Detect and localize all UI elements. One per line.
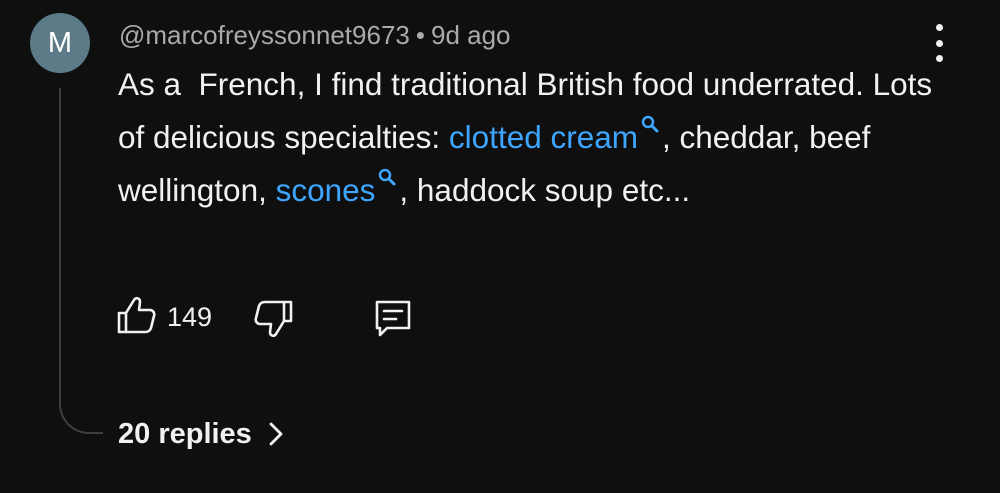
ellipsis-dot	[935, 39, 943, 47]
comment-text-part: , haddock soup etc...	[399, 172, 691, 208]
search-link-clotted-cream[interactable]: clotted cream	[448, 115, 662, 155]
meta-separator: •	[415, 20, 425, 50]
search-link-scones[interactable]: scones	[275, 168, 400, 208]
comment-meta: @marcofreyssonnet9673 • 9d ago	[119, 18, 511, 52]
search-link-label: scones	[275, 172, 376, 208]
thumbs-up-icon[interactable]	[115, 294, 157, 338]
more-options-button[interactable]	[926, 24, 952, 62]
replies-count: 20 replies	[118, 418, 252, 450]
comment-thread: M @marcofreyssonnet9673 • 9d ago As a Fren…	[0, 0, 1000, 493]
avatar-letter: M	[47, 26, 73, 59]
avatar[interactable]: M	[30, 13, 90, 73]
comment-icon[interactable]	[371, 296, 415, 340]
chevron-right-icon	[269, 422, 283, 446]
comment-body: As a French, I find traditional British …	[118, 58, 938, 217]
vertical-ellipsis-icon	[935, 24, 943, 31]
comment-time[interactable]: 9d ago	[431, 20, 511, 50]
search-link-label: clotted cream	[448, 119, 638, 155]
view-replies-button[interactable]: 20 replies	[118, 415, 286, 453]
author-handle[interactable]: @marcofreyssonnet9673	[119, 20, 410, 50]
search-icon	[379, 168, 396, 186]
thread-line	[59, 88, 103, 434]
thumbs-down-icon[interactable]	[253, 296, 295, 340]
search-icon	[641, 115, 659, 133]
like-count: 149	[167, 302, 213, 332]
